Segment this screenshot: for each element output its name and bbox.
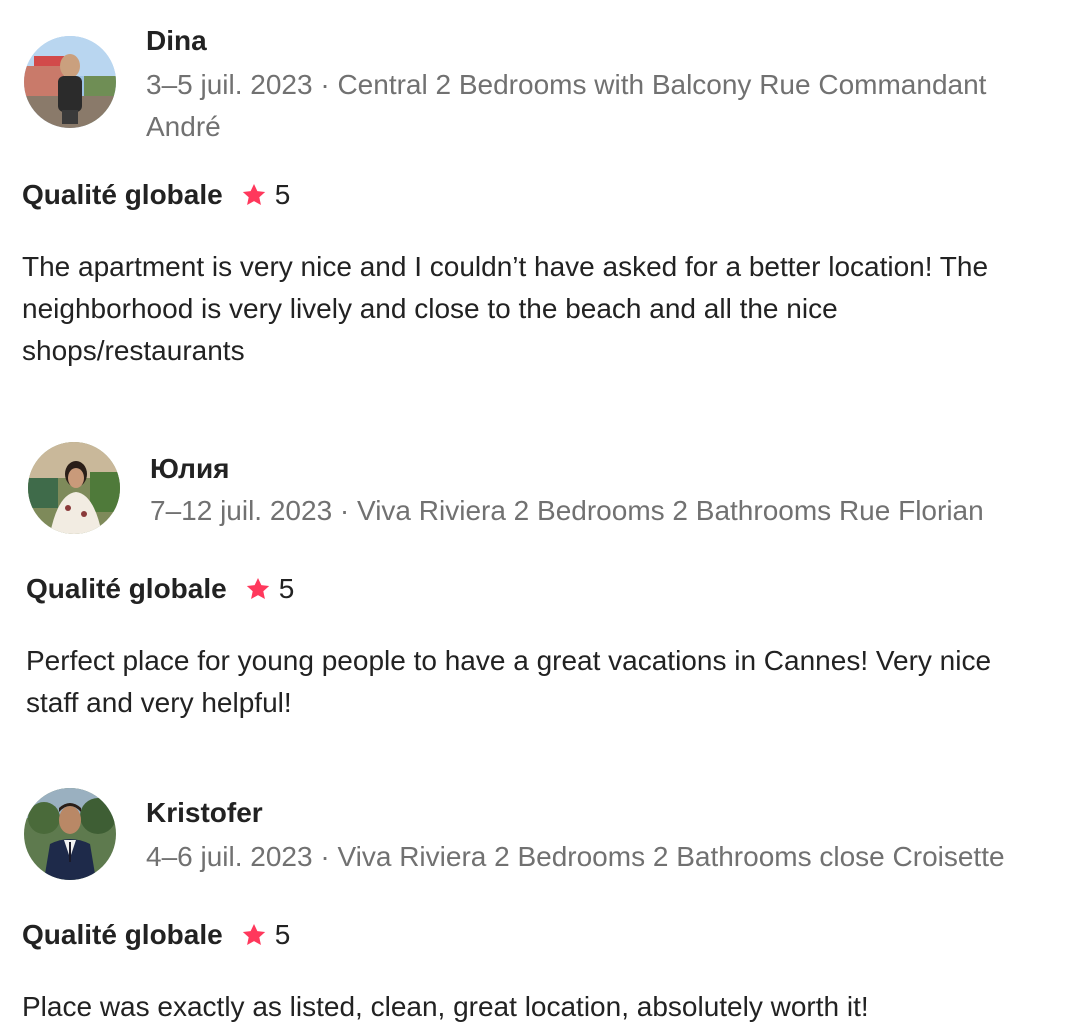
rating-label: Qualité globale bbox=[22, 919, 223, 950]
review-meta: 7–12 juil. 2023 · Viva Riviera 2 Bedroom… bbox=[150, 495, 984, 526]
rating-value: 5 bbox=[274, 179, 291, 210]
review-text: The apartment is very nice and I couldn’… bbox=[22, 251, 989, 366]
overall-rating: Qualité globale 5 bbox=[22, 918, 290, 952]
review-header: Dina 3–5 juil. 2023 · Central 2 Bedrooms… bbox=[22, 24, 1052, 142]
review-text: Place was exactly as listed, clean, grea… bbox=[22, 991, 869, 1022]
rating-value: 5 bbox=[274, 919, 291, 950]
avatar[interactable] bbox=[28, 442, 120, 534]
review-text: Perfect place for young people to have a… bbox=[26, 645, 992, 718]
reviewer-name: Юлия bbox=[150, 453, 230, 484]
avatar-photo bbox=[24, 788, 116, 880]
avatar-photo bbox=[24, 36, 116, 128]
rating-label: Qualité globale bbox=[26, 573, 227, 604]
review-card: Юлия 7–12 juil. 2023 · Viva Riviera 2 Be… bbox=[26, 442, 1056, 718]
reviews-page: Dina 3–5 juil. 2023 · Central 2 Bedrooms… bbox=[0, 0, 1068, 1035]
reviewer-name: Kristofer bbox=[146, 797, 263, 828]
review-header: Kristofer 4–6 juil. 2023 · Viva Riviera … bbox=[22, 788, 1052, 888]
review-meta: 4–6 juil. 2023 · Viva Riviera 2 Bedrooms… bbox=[146, 841, 1005, 872]
avatar-photo bbox=[28, 442, 120, 534]
overall-rating: Qualité globale 5 bbox=[26, 572, 294, 606]
star-icon bbox=[245, 576, 271, 602]
avatar[interactable] bbox=[24, 36, 116, 128]
review-meta: 3–5 juil. 2023 · Central 2 Bedrooms with… bbox=[146, 69, 987, 142]
rating-label: Qualité globale bbox=[22, 179, 223, 210]
overall-rating: Qualité globale 5 bbox=[22, 178, 290, 212]
review-card: Kristofer 4–6 juil. 2023 · Viva Riviera … bbox=[22, 788, 1052, 1022]
reviewer-name: Dina bbox=[146, 25, 207, 56]
review-card: Dina 3–5 juil. 2023 · Central 2 Bedrooms… bbox=[22, 24, 1052, 366]
star-icon bbox=[241, 182, 267, 208]
star-icon bbox=[241, 922, 267, 948]
rating-value: 5 bbox=[278, 573, 295, 604]
review-header: Юлия 7–12 juil. 2023 · Viva Riviera 2 Be… bbox=[26, 442, 1056, 542]
avatar[interactable] bbox=[24, 788, 116, 880]
